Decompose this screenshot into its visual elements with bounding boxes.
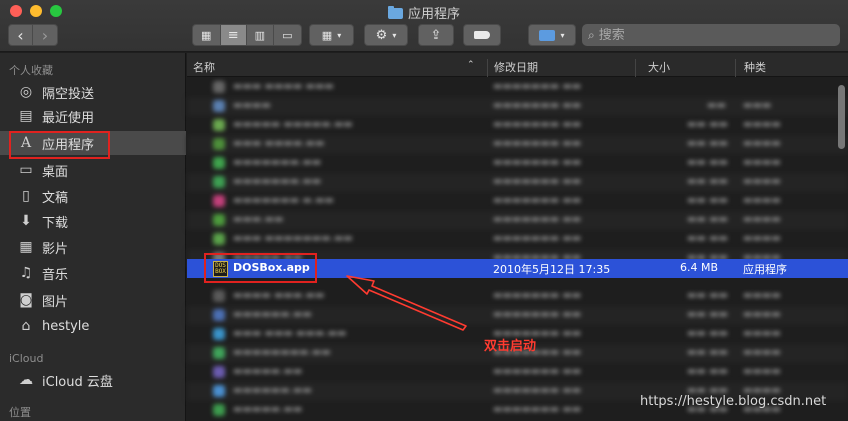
annotation-label: 双击启动 bbox=[484, 339, 537, 354]
watermark-text: https://hestyle.blog.csdn.net bbox=[640, 394, 827, 409]
annotation-arrow bbox=[346, 275, 467, 331]
